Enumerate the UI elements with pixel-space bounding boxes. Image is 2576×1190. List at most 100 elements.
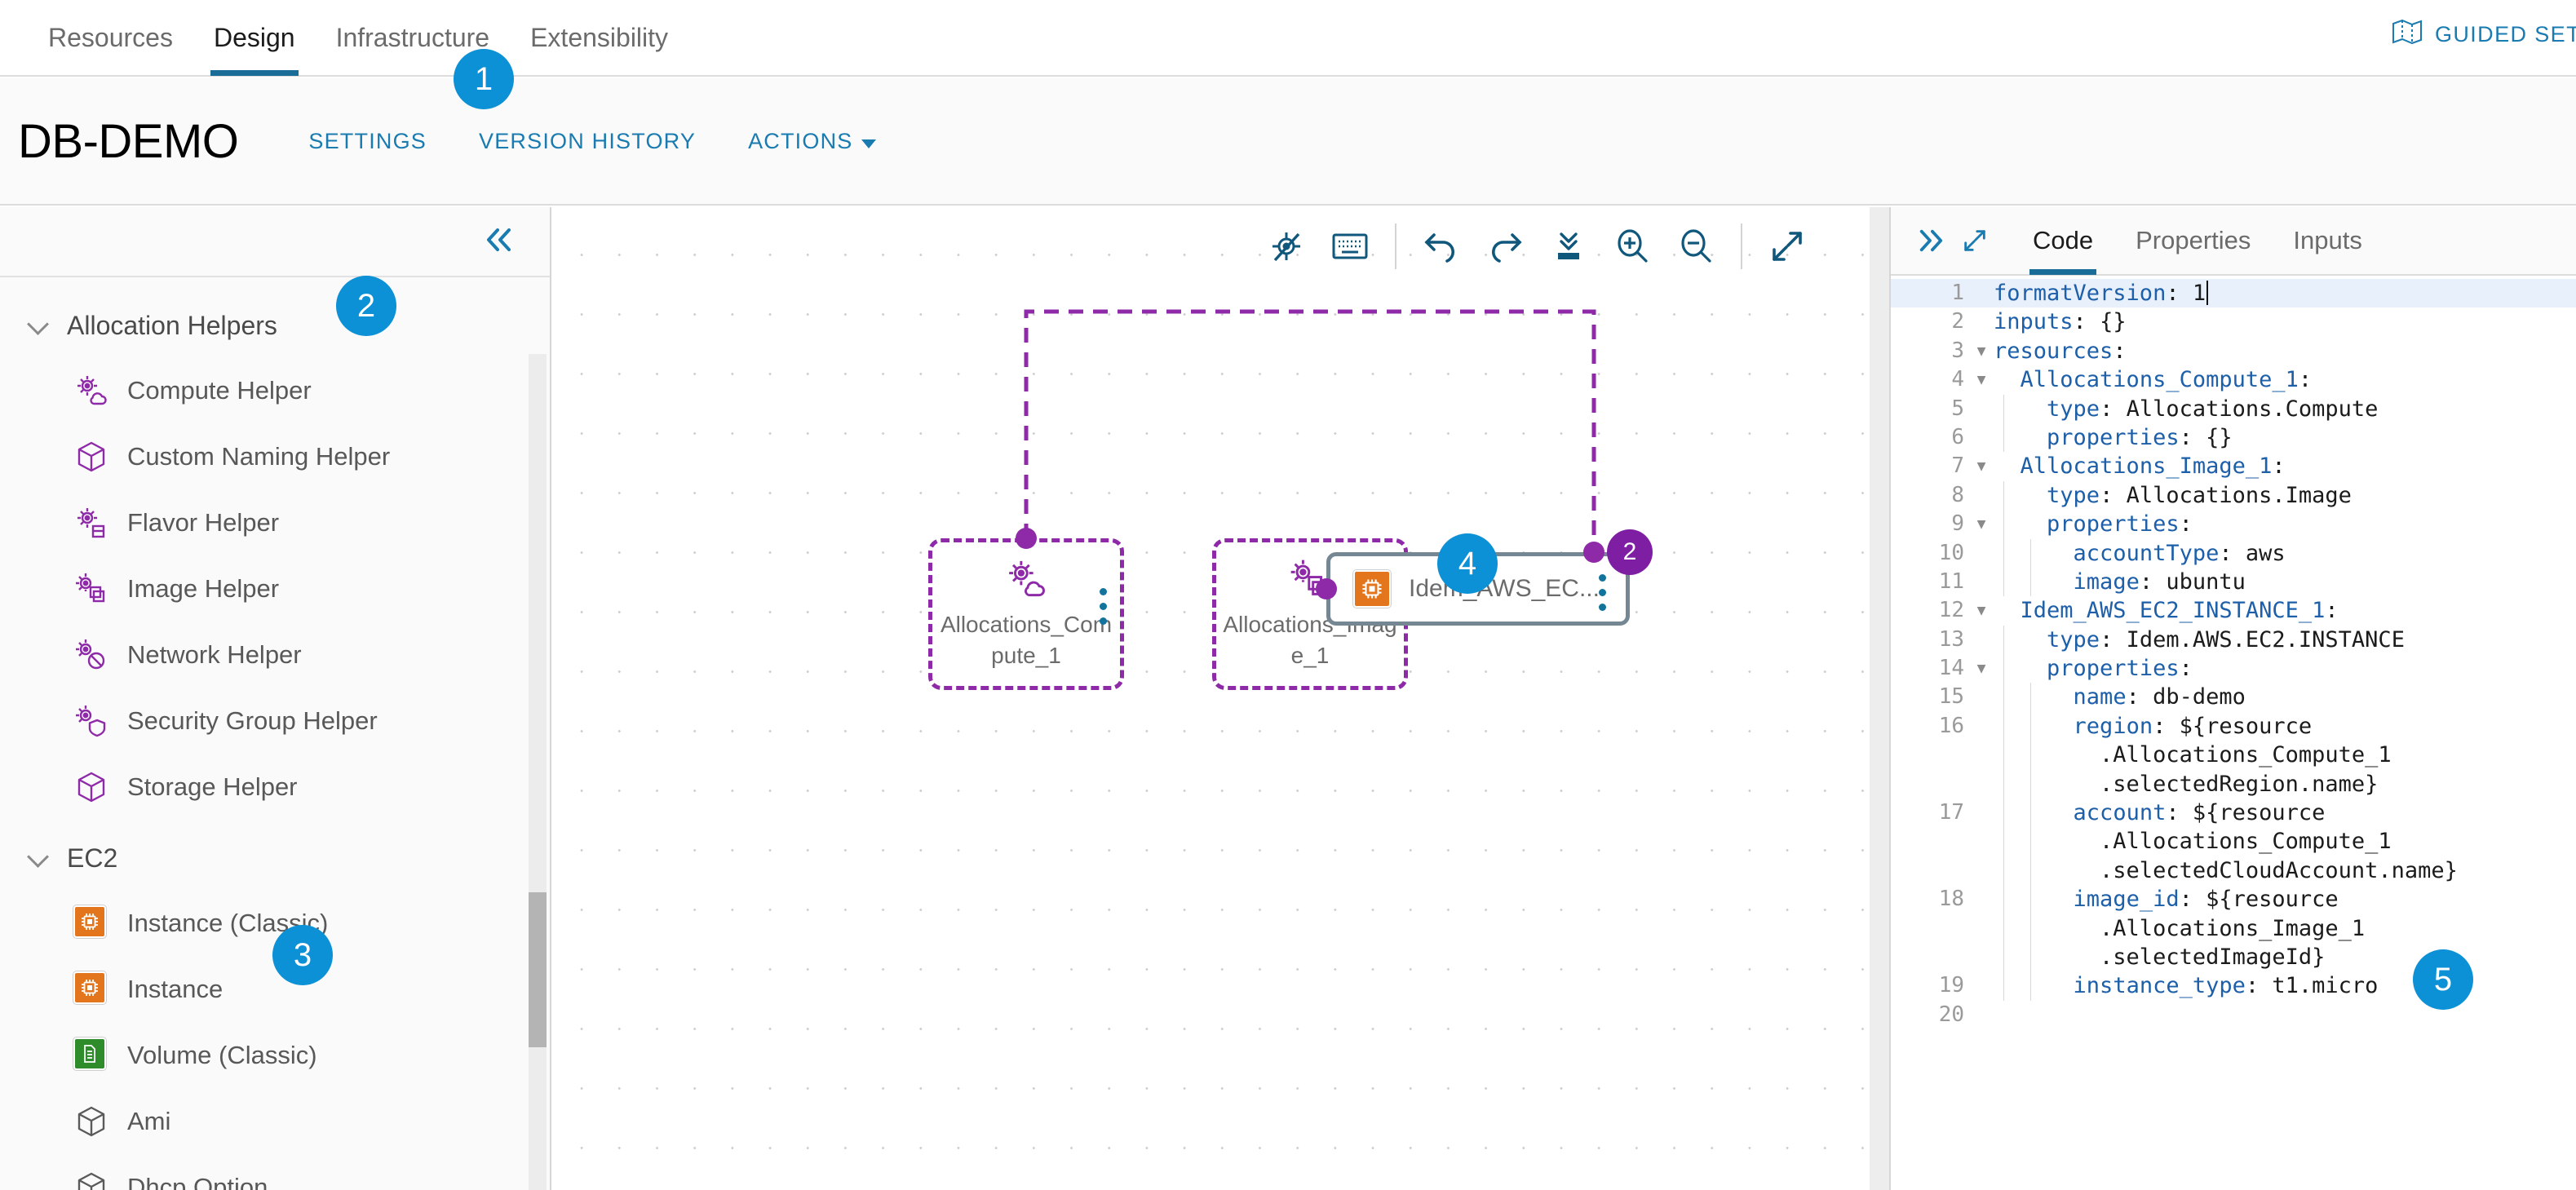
fold-toggle-icon[interactable]: ▼ <box>1969 654 1994 683</box>
sidebar-item-dhcp-option[interactable]: Dhcp Option <box>0 1154 550 1190</box>
code-line: 1 formatVersion: 1 <box>1891 279 2576 308</box>
indent-guide <box>2030 538 2031 568</box>
code-line-text: account: ${resource <box>2073 800 2326 826</box>
sidebar-item-label: Compute Helper <box>127 375 312 405</box>
indent-guide <box>2030 856 2031 886</box>
sidebar-item-compute-helper[interactable]: Compute Helper <box>0 357 550 423</box>
sidebar-item-label: Storage Helper <box>127 772 298 801</box>
fold-toggle-icon[interactable]: ▼ <box>1969 596 1994 625</box>
allocation-flavor-icon <box>73 505 109 541</box>
code-line-text: image_id: ${resource <box>2073 887 2339 913</box>
code-line-number: 11 <box>1938 568 1964 594</box>
code-line: 11 image: ubuntu <box>1891 567 2576 597</box>
sidebar-item-image-helper[interactable]: Image Helper <box>0 555 550 622</box>
indent-guide <box>2030 711 2031 741</box>
sidebar-group-allocation-helpers[interactable]: Allocation Helpers <box>0 294 550 357</box>
ec2-instance-icon <box>1353 570 1391 608</box>
sidebar-item-label: Security Group Helper <box>127 706 378 735</box>
sidebar-group-label: Allocation Helpers <box>67 310 277 340</box>
code-line: .selectedRegion.name} <box>1891 769 2576 799</box>
nav-tab-extensibility[interactable]: Extensibility <box>510 0 688 76</box>
nav-tab-label: Design <box>213 22 295 52</box>
indent-guide <box>2003 827 2004 856</box>
tab-properties[interactable]: Properties <box>2114 206 2272 275</box>
code-line: 12 ▼ Idem_AWS_EC2_INSTANCE_1: <box>1891 596 2576 625</box>
code-line: 19 instance_type: t1.micro <box>1891 971 2576 1001</box>
code-line: 15 name: db-demo <box>1891 683 2576 712</box>
double-chevron-right-icon[interactable] <box>1909 216 1953 265</box>
double-chevron-left-icon[interactable] <box>483 226 516 258</box>
guided-setup-button[interactable]: GUIDED SET <box>2392 19 2576 50</box>
code-line-number: 16 <box>1938 713 1964 738</box>
indent-guide <box>2030 885 2031 914</box>
code-line-text: name: db-demo <box>2073 684 2246 710</box>
node-port-left[interactable] <box>1316 578 1337 599</box>
left-sidebar: Allocation Helpers Compute Helper Custom… <box>0 207 551 1190</box>
indent-guide <box>2003 856 2004 886</box>
settings-link[interactable]: SETTINGS <box>282 129 453 154</box>
code-line: 8 type: Allocations.Image <box>1891 480 2576 511</box>
nav-tab-label: Extensibility <box>530 22 669 52</box>
indent-guide <box>2030 971 2031 1001</box>
code-line: 3 ▼ resources: <box>1891 337 2576 365</box>
nav-tab-design[interactable]: Design <box>193 0 316 76</box>
canvas-scrollbar[interactable] <box>1870 207 1889 1190</box>
code-line: 18 image_id: ${resource <box>1891 885 2576 914</box>
code-line-text: image: ubuntu <box>2073 568 2246 595</box>
sidebar-item-label: Flavor Helper <box>127 507 280 537</box>
fold-toggle-icon[interactable]: ▼ <box>1969 365 1994 394</box>
sidebar-item-security-group-helper[interactable]: Security Group Helper <box>0 688 550 754</box>
cube-icon <box>73 1170 109 1190</box>
node-count-badge-label: 2 <box>1622 538 1637 565</box>
sidebar-group-ec2[interactable]: EC2 <box>0 826 550 890</box>
callout-badge-1: 1 <box>454 49 514 109</box>
code-line: 14 ▼ properties: <box>1891 654 2576 683</box>
expand-diagonal-icon[interactable] <box>1953 216 1997 265</box>
ec2-volume-icon <box>73 1037 109 1073</box>
canvas-node-allocations-compute-1[interactable]: Allocations_Compute_1 <box>928 538 1124 690</box>
callout-badge-4: 4 <box>1437 533 1498 594</box>
nav-tab-resources[interactable]: Resources <box>28 0 193 76</box>
chevron-down-icon <box>28 847 49 869</box>
code-line: .Allocations_Compute_1 <box>1891 741 2576 770</box>
sidebar-item-volume-classic[interactable]: Volume (Classic) <box>0 1022 550 1088</box>
code-line-text: type: Idem.AWS.EC2.INSTANCE <box>2047 626 2405 653</box>
sidebar-item-label: Custom Naming Helper <box>127 441 391 471</box>
right-panel-tabs: Code Properties Inputs <box>1891 207 2576 276</box>
sidebar-scrollbar-thumb[interactable] <box>529 892 547 1047</box>
indent-guide <box>2003 885 2004 914</box>
code-line-number: 12 <box>1938 598 1964 623</box>
fold-toggle-icon[interactable]: ▼ <box>1969 452 1994 480</box>
sidebar-scrollbar[interactable] <box>529 354 547 1190</box>
sidebar-item-flavor-helper[interactable]: Flavor Helper <box>0 489 550 555</box>
code-line-text: instance_type: t1.micro <box>2073 973 2379 999</box>
tab-label: Code <box>2033 226 2094 254</box>
node-kebab-menu[interactable] <box>1100 588 1107 625</box>
tab-code[interactable]: Code <box>2012 206 2114 275</box>
actions-menu[interactable]: ACTIONS <box>722 129 901 154</box>
tab-inputs[interactable]: Inputs <box>2272 206 2383 275</box>
fold-toggle-icon[interactable]: ▼ <box>1969 510 1994 538</box>
sidebar-item-network-helper[interactable]: Network Helper <box>0 622 550 688</box>
node-port-top[interactable] <box>1583 542 1604 563</box>
node-kebab-menu[interactable] <box>1599 574 1606 611</box>
sidebar-item-storage-helper[interactable]: Storage Helper <box>0 754 550 820</box>
code-line: 17 account: ${resource <box>1891 798 2576 828</box>
nav-tab-label: Resources <box>48 22 173 52</box>
design-canvas[interactable]: Allocations_Compute_1 Allocations_Image_… <box>553 207 1889 1190</box>
code-editor[interactable]: 1 formatVersion: 1 2 inputs: {} 3 ▼ resources:… <box>1891 277 2576 1190</box>
indent-guide <box>2030 827 2031 856</box>
graph-connectors <box>1024 309 1596 591</box>
code-line-text: region: ${resource <box>2073 713 2313 739</box>
version-history-link[interactable]: VERSION HISTORY <box>453 129 722 154</box>
code-line: .Allocations_Image_1 <box>1891 914 2576 943</box>
sidebar-item-ami[interactable]: Ami <box>0 1088 550 1154</box>
callout-badge-2: 2 <box>336 276 396 336</box>
code-line: .selectedCloudAccount.name} <box>1891 856 2576 886</box>
sidebar-item-custom-naming-helper[interactable]: Custom Naming Helper <box>0 423 550 489</box>
code-line-text: .selectedRegion.name} <box>1994 771 2379 797</box>
fold-toggle-icon[interactable]: ▼ <box>1969 337 1994 365</box>
node-count-badge[interactable]: 2 <box>1607 529 1653 575</box>
sidebar-header <box>0 207 550 277</box>
node-port-top[interactable] <box>1016 528 1037 549</box>
